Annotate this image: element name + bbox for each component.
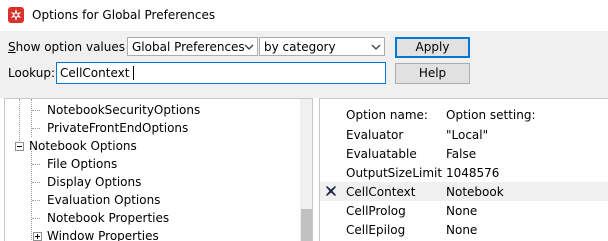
group-select-value: by category bbox=[264, 40, 336, 54]
tree-item[interactable]: File Options bbox=[47, 155, 117, 173]
apply-button[interactable]: Apply bbox=[395, 37, 470, 58]
reset-x-icon[interactable] bbox=[325, 185, 337, 197]
tree-item[interactable]: Notebook Properties bbox=[47, 209, 169, 227]
window-title: Options for Global Preferences bbox=[32, 8, 216, 22]
options-header: Option name: Option setting: bbox=[320, 105, 608, 124]
tree-guide-line bbox=[32, 182, 40, 183]
option-name: CellProlog bbox=[346, 204, 406, 218]
lookup-input-value: CellContext bbox=[60, 66, 130, 80]
option-setting[interactable]: None bbox=[446, 204, 477, 218]
option-setting[interactable]: "Local" bbox=[446, 128, 488, 142]
text-caret bbox=[133, 66, 134, 80]
tree-item-window-properties[interactable]: Window Properties bbox=[47, 227, 159, 241]
tree-item-notebook-options[interactable]: Notebook Options bbox=[29, 137, 137, 155]
option-name: Evaluator bbox=[346, 128, 404, 142]
tree-guide-line bbox=[32, 110, 40, 111]
options-table: Option name: Option setting: Evaluator "… bbox=[319, 98, 608, 241]
expand-icon[interactable] bbox=[33, 232, 42, 241]
tree-guide-line bbox=[32, 218, 40, 219]
tree-guide-line bbox=[32, 164, 40, 165]
tree-guide-line bbox=[31, 99, 32, 137]
option-row[interactable]: CellEpilog None bbox=[320, 220, 608, 239]
tree-guide-line bbox=[32, 128, 40, 129]
option-row[interactable]: CellProlog None bbox=[320, 201, 608, 220]
scope-select[interactable]: Global Preferences bbox=[127, 37, 258, 56]
title-bar[interactable]: Options for Global Preferences bbox=[0, 0, 608, 32]
chevron-down-icon bbox=[244, 44, 254, 50]
mathematica-spikey-icon bbox=[8, 7, 24, 23]
option-row[interactable]: Evaluator "Local" bbox=[320, 125, 608, 144]
option-setting[interactable]: 1048576 bbox=[446, 166, 499, 180]
tree-scrollbar[interactable] bbox=[300, 99, 312, 241]
help-button[interactable]: Help bbox=[395, 63, 470, 84]
option-name: CellEpilog bbox=[346, 223, 406, 237]
option-row[interactable]: Evaluatable False bbox=[320, 144, 608, 163]
option-row[interactable]: OutputSizeLimit 1048576 bbox=[320, 163, 608, 182]
scrollbar-thumb[interactable] bbox=[301, 209, 312, 241]
apply-button-label: Apply bbox=[415, 40, 450, 54]
tree-guide-line bbox=[32, 200, 40, 201]
show-option-values-label: Show option values bbox=[8, 40, 125, 54]
option-row-cellcontext[interactable]: CellContext Notebook bbox=[320, 182, 608, 201]
tree-item[interactable]: Evaluation Options bbox=[47, 191, 160, 209]
group-select[interactable]: by category bbox=[259, 37, 385, 56]
toolbar: Show option values Global Preferences by… bbox=[0, 31, 608, 93]
option-name: OutputSizeLimit bbox=[346, 166, 443, 180]
tree-item[interactable]: PrivateFrontEndOptions bbox=[47, 119, 188, 137]
tree-item[interactable]: Display Options bbox=[47, 173, 141, 191]
option-setting[interactable]: False bbox=[446, 147, 476, 161]
option-name: Evaluatable bbox=[346, 147, 417, 161]
option-setting[interactable]: None bbox=[446, 223, 477, 237]
tree-item[interactable]: NotebookSecurityOptions bbox=[47, 101, 200, 119]
option-setting[interactable]: Notebook bbox=[446, 185, 504, 199]
option-setting-header: Option setting: bbox=[446, 108, 536, 122]
option-name: CellContext bbox=[346, 185, 416, 199]
option-name-header: Option name: bbox=[346, 108, 428, 122]
category-tree[interactable]: NotebookSecurityOptions PrivateFrontEndO… bbox=[4, 98, 313, 241]
help-button-label: Help bbox=[418, 66, 447, 80]
collapse-icon[interactable] bbox=[15, 142, 24, 151]
show-option-values-label-rest: how option values bbox=[15, 40, 125, 54]
lookup-label: Lookup: bbox=[8, 66, 56, 80]
chevron-down-icon bbox=[371, 44, 381, 50]
lookup-input[interactable]: CellContext bbox=[56, 62, 386, 84]
scope-select-value: Global Preferences bbox=[132, 40, 245, 54]
